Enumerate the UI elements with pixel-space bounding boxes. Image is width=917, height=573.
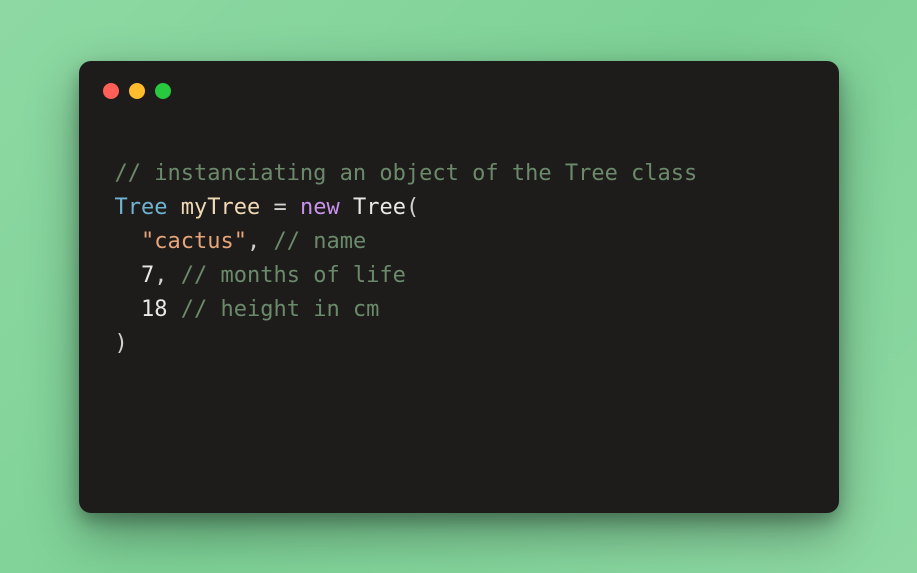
code-punctuation: , [154, 263, 167, 288]
code-window: // instanciating an object of the Tree c… [79, 61, 839, 513]
code-identifier: myTree [181, 195, 260, 220]
code-punctuation: ) [115, 331, 128, 356]
code-punctuation: , [247, 229, 260, 254]
code-classname: Tree [353, 195, 406, 220]
code-string: "cactus" [141, 229, 247, 254]
code-indent [115, 297, 142, 322]
code-type: Tree [115, 195, 168, 220]
code-comment: // months of life [181, 263, 406, 288]
titlebar [79, 61, 839, 99]
close-icon[interactable] [103, 83, 119, 99]
code-block: // instanciating an object of the Tree c… [79, 99, 839, 382]
code-comment: // name [273, 229, 366, 254]
code-indent [115, 263, 142, 288]
code-comment: // instanciating an object of the Tree c… [115, 161, 698, 186]
code-indent [115, 229, 142, 254]
code-operator: = [273, 195, 286, 220]
code-comment: // height in cm [181, 297, 380, 322]
code-keyword: new [300, 195, 340, 220]
code-number: 18 [141, 297, 168, 322]
maximize-icon[interactable] [155, 83, 171, 99]
code-number: 7 [141, 263, 154, 288]
minimize-icon[interactable] [129, 83, 145, 99]
code-punctuation: ( [406, 195, 419, 220]
